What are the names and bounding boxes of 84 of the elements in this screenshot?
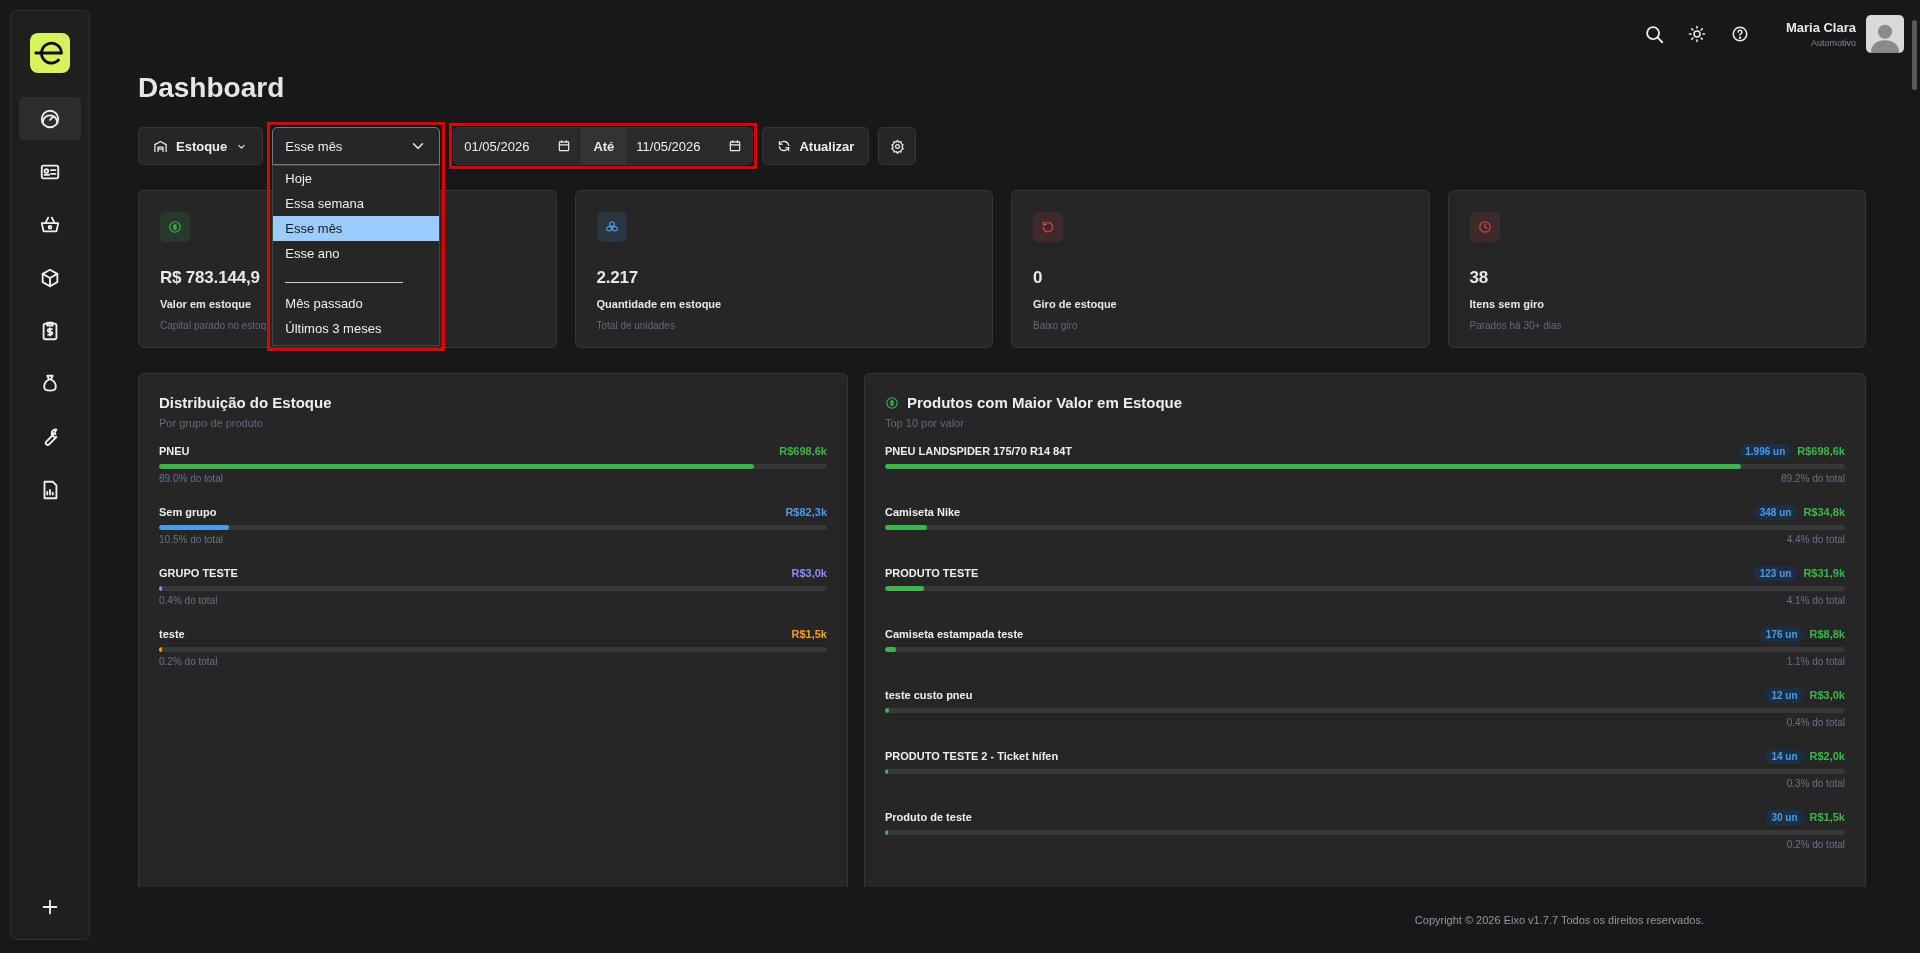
share-text: 10.5% do total [159,534,224,545]
dropdown-option[interactable]: Esse ano [273,241,440,266]
share-text: 0.2% do total [159,656,219,667]
product-name: Camiseta Nike [885,506,961,518]
product-name: PNEU LANDSPIDER 175/70 R14 84T [885,445,1073,457]
quantity-badge: 12 un [1765,687,1804,703]
stat-subtitle: Baixo giro [1033,320,1078,331]
share-text: 4.1% do total [1785,595,1845,606]
share-text: 0.3% do total [1785,778,1845,789]
share-text: 4.4% do total [1785,534,1845,545]
panel-subtitle: Por grupo de produto [159,417,264,429]
product-value: R$2,0k [1809,750,1845,762]
warehouse-icon [153,138,168,154]
stat-value: 2.217 [596,268,639,288]
group-value: R$3,0k [791,567,827,579]
stat-label: Giro de estoque [1033,298,1117,310]
dropdown-option[interactable]: Mês passado [273,291,440,316]
dropdown-option[interactable]: Essa semana [273,191,440,216]
stat-subtitle: Capital parado no estoq [160,320,267,331]
quantity-badge: 348 un [1753,504,1798,520]
product-value: R$698,6k [1797,445,1845,457]
group-value: R$698,6k [779,445,827,457]
settings-button[interactable] [878,127,917,165]
quantity-badge: 123 un [1753,565,1798,581]
stat-label: Quantidade em estoque [596,298,722,310]
share-text: 0.4% do total [1785,717,1845,728]
panel-subtitle: Top 10 por valor [885,417,965,429]
copyright-text: Copyright © 2026 Eixo v1.7.7 Todos os direitos reservados. [1414,914,1704,926]
group-value: R$82,3k [785,506,827,518]
product-value: R$1,5k [1809,811,1845,823]
group-value: R$1,5k [791,628,827,640]
product-name: teste custo pneu [885,689,973,701]
period-select[interactable]: Esse mês [272,127,441,165]
sidebar-nav-item[interactable] [19,97,81,140]
help-icon [1730,25,1749,43]
product-value: R$31,9k [1803,567,1845,579]
stat-label: Valor em estoque [160,298,252,310]
dropdown-option[interactable]: Últimos 3 meses [273,316,440,341]
quantity-badge: 30 un [1765,809,1804,825]
rotate-icon [1041,220,1055,234]
refresh-icon [777,139,792,153]
gauge-icon [39,107,61,130]
group-name: PNEU [159,445,190,457]
quantity-badge: 1.996 un [1739,443,1792,459]
stock-selector-button[interactable]: Estoque [138,127,264,165]
dropdown-option[interactable]: Hoje [273,166,440,191]
panel-title: Distribuição do Estoque [159,394,333,411]
product-name: Camiseta estampada teste [885,628,1024,640]
cube-icon [39,266,61,289]
product-value: R$34,8k [1803,506,1845,518]
product-name: Produto de teste [885,811,972,823]
panel-title: Produtos com Maior Valor em Estoque [907,394,1183,411]
group-name: GRUPO TESTE [159,567,238,579]
refresh-button[interactable]: Atualizar [762,127,870,165]
stat-label: Itens sem giro [1469,298,1545,310]
dollar-circle-icon [168,220,182,234]
product-name: PRODUTO TESTE [885,567,979,579]
page-title: Dashboard [138,71,286,105]
quantity-badge: 14 un [1765,748,1804,764]
stat-value: R$ 783.144,9 [160,268,260,288]
dollar-circle-icon [885,395,899,410]
stat-subtitle: Total de unidades [596,320,675,331]
settings-icon [889,138,905,154]
stat-subtitle: Parados há 30+ dias [1469,320,1562,331]
sun-icon [1687,25,1706,43]
dropdown-option[interactable]: Esse mês [273,216,440,241]
share-text: 89.0% do total [159,473,224,484]
cubes-icon [604,220,619,234]
product-value: R$3,0k [1809,689,1845,701]
share-text: 89.2% do total [1780,473,1845,484]
share-text: 0.4% do total [159,595,219,606]
share-text: 1.1% do total [1785,656,1845,667]
quantity-badge: 176 un [1759,626,1804,642]
stat-value: 0 [1033,268,1043,288]
product-value: R$8,8k [1809,628,1845,640]
share-text: 0.2% do total [1785,839,1845,850]
group-name: teste [159,628,185,640]
clock-icon [1477,220,1492,234]
stat-value: 38 [1469,268,1488,288]
user-role: Automotivo [1810,38,1856,48]
user-name: Maria Clara [1785,20,1856,35]
product-name: PRODUTO TESTE 2 - Ticket hífen [885,750,1059,762]
group-name: Sem grupo [159,506,217,518]
scrollbar-thumb[interactable] [1912,20,1917,90]
